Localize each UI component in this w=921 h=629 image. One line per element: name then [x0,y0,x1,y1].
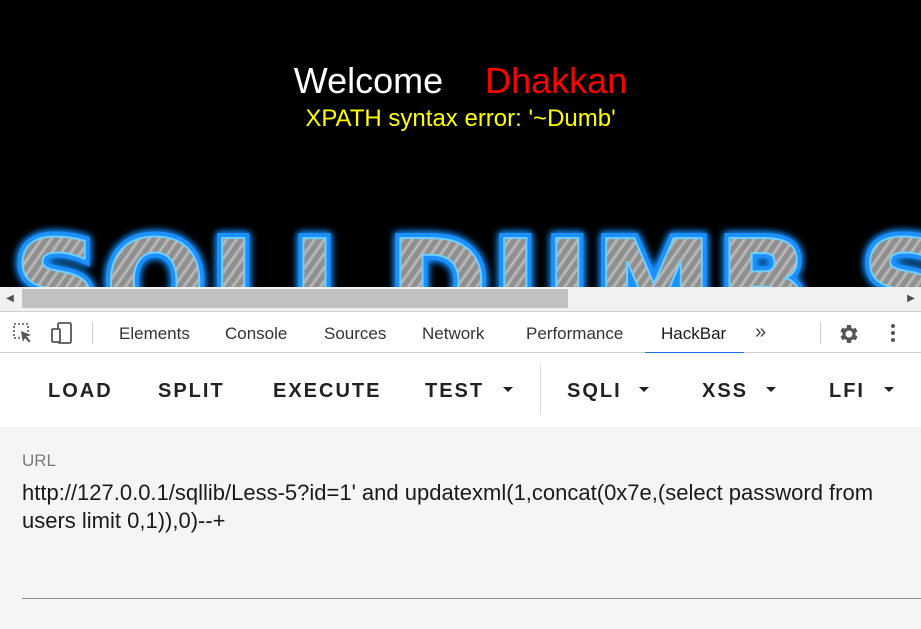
xss-chevron-down-icon[interactable] [766,387,776,392]
settings-icon[interactable] [837,322,859,344]
sqli-chevron-down-icon[interactable] [639,387,649,392]
scrollbar-thumb[interactable] [22,289,568,308]
page-viewport: Welcome Dhakkan XPATH syntax error: '~Dum… [0,0,921,287]
sqli-dropdown-button[interactable]: SQLI [567,353,622,427]
url-field[interactable]: URL http://127.0.0.1/sqllib/Less-5?id=1'… [0,427,921,629]
execute-button[interactable]: EXECUTE [273,353,381,427]
more-tabs-icon[interactable]: » [755,312,766,353]
sqli-dumb-banner: SQLI DUMB S SQLI DUMB S [0,198,921,287]
url-label: URL [22,451,57,470]
test-chevron-down-icon[interactable] [503,387,513,392]
tab-network[interactable]: Network [422,312,484,353]
toolbar-divider [92,322,93,344]
device-toolbar-icon[interactable] [50,322,72,344]
tab-sources[interactable]: Sources [324,312,386,353]
load-button[interactable]: LOAD [48,353,113,427]
tab-performance[interactable]: Performance [526,312,623,353]
horizontal-scrollbar[interactable]: ◀ ▶ [0,287,921,311]
welcome-text: Welcome [293,60,444,101]
url-textarea[interactable]: http://127.0.0.1/sqllib/Less-5?id=1' and… [22,479,917,535]
user-name: Dhakkan [485,60,628,101]
tab-hackbar[interactable]: HackBar [644,312,745,354]
hackbar-toolbar: LOAD SPLIT EXECUTE TEST SQLI XSS LFI [0,353,921,427]
tab-console[interactable]: Console [225,312,287,353]
lfi-chevron-down-icon[interactable] [884,387,894,392]
kebab-menu-icon[interactable] [882,322,904,344]
split-button[interactable]: SPLIT [158,353,225,427]
tab-elements[interactable]: Elements [119,312,190,353]
xpath-error-message: XPATH syntax error: '~Dumb' [305,105,616,132]
inspect-element-icon[interactable] [12,322,34,344]
welcome-line: Welcome Dhakkan [0,60,921,102]
toolbar-divider [820,322,821,344]
url-field-underline [22,598,921,599]
xss-dropdown-button[interactable]: XSS [702,353,748,427]
test-dropdown-button[interactable]: TEST [425,353,484,427]
scroll-left-arrow-icon[interactable]: ◀ [0,287,20,311]
toolbar-divider [540,365,541,415]
devtools-tab-bar: Elements Console Sources Network Perform… [0,311,921,354]
svg-text:SQLI DUMB S: SQLI DUMB S [14,214,921,287]
lfi-dropdown-button[interactable]: LFI [829,353,865,427]
scroll-right-arrow-icon[interactable]: ▶ [901,287,921,311]
